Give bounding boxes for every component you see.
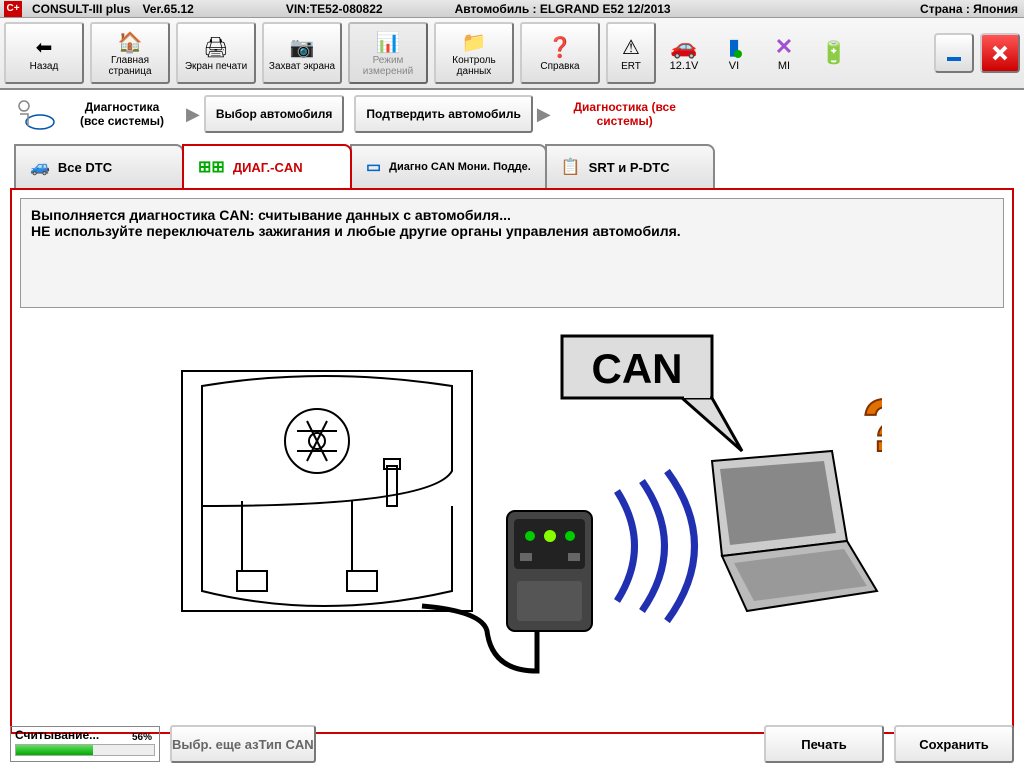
progress-bar: 56%	[15, 744, 155, 756]
progress-box: Считывание... 56%	[10, 726, 160, 762]
bc-step-1: Диагностика (все системы)	[62, 96, 182, 132]
bc-vehicle-select-button[interactable]: Выбор автомобиля	[204, 95, 345, 133]
content-area: Выполняется диагностика CAN: считывание …	[10, 188, 1014, 734]
message-line-1: Выполняется диагностика CAN: считывание …	[31, 207, 993, 223]
diag-person-icon	[8, 94, 58, 134]
footer-bar: Считывание... 56% Выбр. еще азТип CAN Пе…	[0, 720, 1024, 768]
can-monitor-icon: ▭	[366, 157, 381, 177]
back-button[interactable]: ⬅ Назад	[4, 22, 84, 84]
tab-diag-can[interactable]: ⊞⊞ ДИАГ.-CAN	[182, 144, 352, 188]
camera-icon: 📷	[290, 35, 315, 61]
srt-icon: 📋	[561, 157, 581, 177]
progress-fill	[16, 745, 93, 755]
tab-srt-pdtc[interactable]: 📋 SRT и P-DTC	[545, 144, 715, 188]
measure-icon: 📊	[376, 29, 401, 55]
vin-label: VIN:TE52-080822	[280, 2, 389, 16]
bc-step-3-label: Подтвердить автомобиль	[356, 103, 530, 125]
message-box: Выполняется диагностика CAN: считывание …	[20, 198, 1004, 308]
home-icon: 🏠	[118, 29, 143, 55]
back-arrow-icon: ⬅	[36, 35, 53, 61]
minimize-button[interactable]	[934, 33, 974, 73]
voltage-label: 12.1V	[670, 60, 699, 72]
tab-all-dtc-label: Все DTC	[58, 160, 112, 175]
tab-srt-label: SRT и P-DTC	[589, 160, 670, 175]
voltage-status: 🚗 12.1V	[662, 34, 706, 72]
question-mark-icon: ?	[862, 384, 882, 467]
chevron-right-icon: ▶	[537, 104, 551, 125]
bc-confirm-vehicle-button[interactable]: Подтвердить автомобиль	[354, 95, 532, 133]
ert-button[interactable]: ⚠ ERT	[606, 22, 656, 84]
mi-x-icon: ✕	[775, 34, 793, 60]
bc-step-4: Диагностика (все системы)	[555, 96, 695, 132]
can-label-text: CAN	[592, 345, 683, 392]
measure-label: Режим измерений	[350, 55, 426, 77]
print-button[interactable]: Печать	[764, 725, 884, 763]
print-screen-label: Экран печати	[185, 61, 247, 72]
title-bar: C+ CONSULT-III plus Ver.65.12 VIN:TE52-0…	[0, 0, 1024, 18]
app-name: CONSULT-III plus	[26, 2, 136, 16]
vi-icon: ▮	[728, 34, 740, 60]
print-screen-button[interactable]: 🖨 Экран печати	[176, 22, 256, 84]
country-label: Страна : Япония	[914, 2, 1024, 16]
mi-label: MI	[778, 60, 790, 72]
minimize-icon	[944, 43, 964, 63]
measure-button: 📊 Режим измерений	[348, 22, 428, 84]
vi-label: VI	[729, 60, 739, 72]
close-button[interactable]	[980, 33, 1020, 73]
capture-label: Захват экрана	[269, 61, 335, 72]
vi-status: ▮ VI	[712, 34, 756, 72]
chevron-right-icon: ▶	[186, 104, 200, 125]
message-line-2: НЕ используйте переключатель зажигания и…	[31, 223, 993, 239]
vehicle-label: Автомобиль : ELGRAND E52 12/2013	[449, 2, 677, 16]
help-icon: ❓	[548, 35, 573, 61]
data-icon: 📁	[462, 29, 487, 55]
printer-icon: 🖨	[203, 35, 228, 61]
tabs-bar: 🚙 Все DTC ⊞⊞ ДИАГ.-CAN ▭ Диагно CAN Мони…	[0, 138, 1024, 188]
main-toolbar: ⬅ Назад 🏠 Главная страница 🖨 Экран печат…	[0, 18, 1024, 90]
save-button[interactable]: Сохранить	[894, 725, 1014, 763]
app-logo-icon: C+	[4, 1, 22, 17]
select-can-type-button[interactable]: Выбр. еще азТип CAN	[170, 725, 316, 763]
help-label: Справка	[540, 61, 579, 72]
app-version: Ver.65.12	[136, 2, 199, 16]
close-icon	[990, 43, 1010, 63]
capture-button[interactable]: 📷 Захват экрана	[262, 22, 342, 84]
help-button[interactable]: ❓ Справка	[520, 22, 600, 84]
mi-status: ✕ MI	[762, 34, 806, 72]
car-icon: 🚗	[670, 34, 697, 60]
tab-diag-can-label: ДИАГ.-CAN	[233, 160, 303, 175]
data-label: Контроль данных	[436, 55, 512, 77]
warning-icon: ⚠	[622, 35, 640, 61]
bc-step-2-label: Выбор автомобиля	[206, 103, 343, 125]
breadcrumb: Диагностика (все системы) ▶ Выбор автомо…	[0, 90, 1024, 138]
tab-all-dtc[interactable]: 🚙 Все DTC	[14, 144, 184, 188]
tab-diagno-label: Диагно CAN Мони. Подде.	[389, 161, 531, 173]
can-diagram: CAN ?	[20, 316, 1004, 706]
battery-status: 🔋	[812, 40, 856, 66]
can-diagram-svg: CAN ?	[142, 331, 882, 691]
home-label: Главная страница	[92, 55, 168, 77]
home-button[interactable]: 🏠 Главная страница	[90, 22, 170, 84]
ert-label: ERT	[621, 61, 641, 72]
tab-diagno-can-monitor[interactable]: ▭ Диагно CAN Мони. Подде.	[350, 144, 547, 188]
back-label: Назад	[30, 61, 59, 72]
progress-percent: 56%	[132, 732, 152, 743]
can-network-icon: ⊞⊞	[198, 157, 225, 177]
data-button[interactable]: 📁 Контроль данных	[434, 22, 514, 84]
mechanic-car-icon	[10, 96, 56, 132]
battery-icon: 🔋	[820, 40, 847, 66]
car-dtc-icon: 🚙	[30, 157, 50, 177]
